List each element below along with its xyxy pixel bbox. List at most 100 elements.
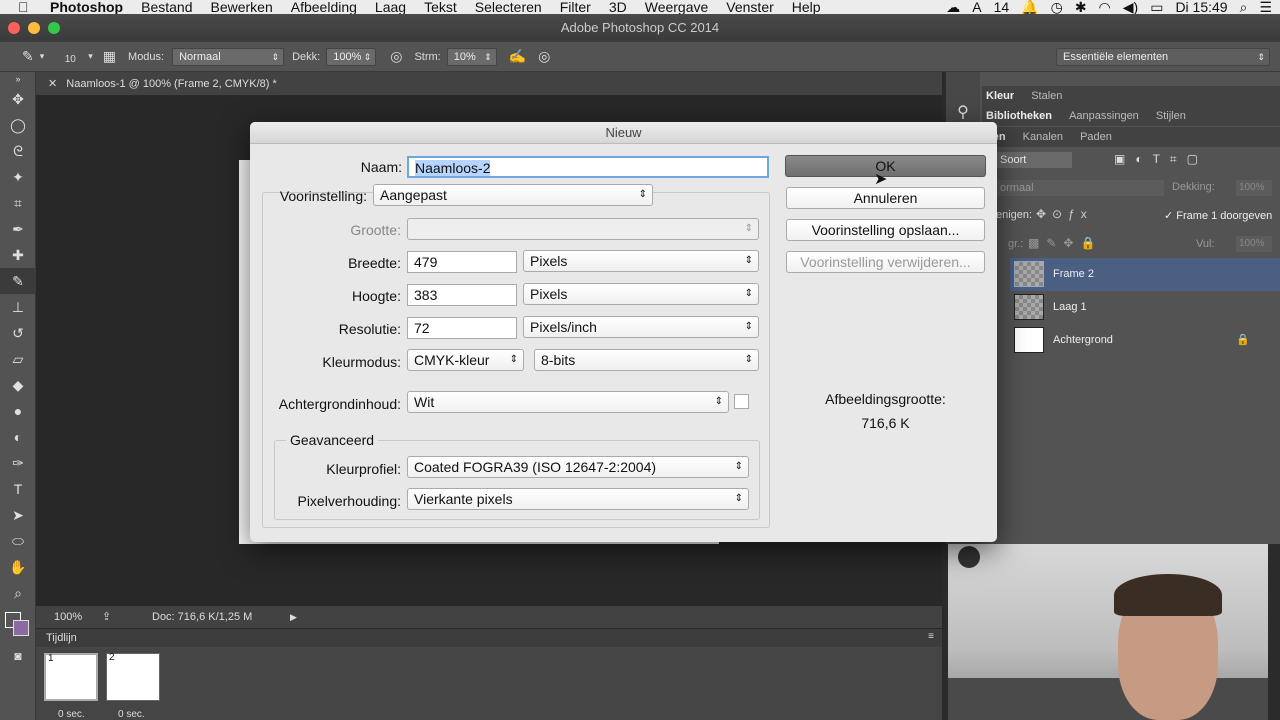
timeline-frame-2[interactable]: 2 <box>106 652 160 701</box>
play-icon[interactable]: ▶ <box>290 606 297 628</box>
opacity-input[interactable]: 100% <box>326 47 377 66</box>
list-icon[interactable]: ☰ <box>1259 0 1272 14</box>
eraser-tool-icon[interactable]: ▱ <box>0 346 36 372</box>
dodge-tool-icon[interactable]: ◐ <box>0 424 36 450</box>
minimize-window-icon[interactable] <box>28 22 40 34</box>
panel-menu-icon[interactable]: ≡ <box>928 631 934 642</box>
background-swatch[interactable] <box>734 394 749 409</box>
bit-depth-select[interactable]: 8-bits ⇕ <box>534 349 759 371</box>
layer-row-achtergrond[interactable]: Achtergrond 🔒 <box>1010 324 1280 357</box>
share-icon[interactable]: ⇪ <box>102 606 111 628</box>
layer-filter-icons[interactable]: ▣◐T⌗▢ <box>1114 152 1208 167</box>
wifi-icon[interactable]: ◠ <box>1099 0 1111 14</box>
close-tab-icon[interactable]: ✕ <box>48 78 57 90</box>
pressure-opacity-icon[interactable]: ◎ <box>390 48 402 65</box>
bucket-tool-icon[interactable]: ◆ <box>0 372 36 398</box>
name-input[interactable]: Naamloos-2 <box>407 156 769 178</box>
tab-bibliotheken[interactable]: Bibliotheken <box>986 110 1052 122</box>
timeline-frame-1[interactable]: 1 <box>44 653 98 701</box>
history-brush-icon[interactable]: ↺ <box>0 320 36 346</box>
blur-tool-icon[interactable]: ● <box>0 398 36 424</box>
mode-select[interactable]: Normaal <box>172 47 285 66</box>
lock-icons[interactable]: ▩✎✥🔒 <box>1028 236 1102 250</box>
clock-text[interactable]: Di 15:49 <box>1175 0 1227 14</box>
libraries-panel-icon[interactable]: ⚲ <box>946 102 980 122</box>
eyedropper-tool-icon[interactable]: ✒ <box>0 216 36 242</box>
fill-input[interactable]: 100% <box>1236 236 1272 252</box>
marquee-tool-icon[interactable]: ◯ <box>0 112 36 138</box>
tab-stijlen[interactable]: Stijlen <box>1156 110 1186 122</box>
move-tool-icon[interactable]: ✥ <box>0 86 36 112</box>
frame-delay-2[interactable]: 0 sec. <box>118 709 145 720</box>
tab-stalen[interactable]: Stalen <box>1031 90 1062 102</box>
layer-row-frame-2[interactable]: Frame 2 <box>1010 258 1280 291</box>
menu-venster[interactable]: Venster <box>726 0 773 14</box>
height-input[interactable]: 383 <box>407 284 517 306</box>
layer-filter-select[interactable]: Soort <box>996 152 1072 168</box>
chevron-down-icon[interactable]: ▾ <box>40 51 45 62</box>
bluetooth-icon[interactable]: ✱ <box>1075 0 1087 14</box>
crop-tool-icon[interactable]: ⌗ <box>0 190 36 216</box>
brush-tool-icon[interactable]: ✎ <box>0 268 36 294</box>
chevron-down-icon[interactable]: ▾ <box>88 51 93 62</box>
zoom-tool-icon[interactable]: ⌕ <box>0 580 36 606</box>
menu-app[interactable]: Photoshop <box>50 0 123 14</box>
lasso-tool-icon[interactable]: ᘓ <box>0 138 36 164</box>
cancel-button[interactable]: Annuleren <box>786 187 985 209</box>
width-input[interactable]: 479 <box>407 251 517 273</box>
menu-weergave[interactable]: Weergave <box>645 0 709 14</box>
battery-icon[interactable]: ▭ <box>1150 0 1163 14</box>
menu-afbeelding[interactable]: Afbeelding <box>291 0 357 14</box>
cloud-icon[interactable]: ☁ <box>946 0 960 14</box>
width-unit-select[interactable]: Pixels ⇕ <box>523 250 759 272</box>
collapse-icon[interactable]: » <box>0 72 36 86</box>
profile-select[interactable]: Coated FOGRA39 (ISO 12647-2:2004) ⇕ <box>407 456 749 478</box>
bell-icon[interactable]: 🔔 <box>1021 0 1038 14</box>
menu-bewerken[interactable]: Bewerken <box>210 0 272 14</box>
pen-tool-icon[interactable]: ✑ <box>0 450 36 476</box>
tab-kleur[interactable]: Kleur <box>986 90 1014 102</box>
quick-mask-icon[interactable]: ◙ <box>0 646 36 666</box>
delete-preset-button[interactable]: Voorinstelling verwijderen... <box>786 251 985 273</box>
size-select[interactable]: ⇕ <box>407 218 759 240</box>
blend-mode-select[interactable]: ormaal <box>996 180 1164 196</box>
background-color[interactable] <box>13 620 29 636</box>
menu-filter[interactable]: Filter <box>560 0 591 14</box>
unify-icons[interactable]: ✥⊙ƒx <box>1036 207 1093 221</box>
clock-icon[interactable]: ◷ <box>1051 0 1063 14</box>
search-icon[interactable]: ⌕ <box>1240 0 1248 14</box>
apple-icon[interactable]:  <box>18 0 34 14</box>
menu-help[interactable]: Help <box>792 0 821 14</box>
pixel-aspect-select[interactable]: Vierkante pixels ⇕ <box>407 488 749 510</box>
zoom-level[interactable]: 100% <box>54 606 82 628</box>
healing-tool-icon[interactable]: ✚ <box>0 242 36 268</box>
layer-row-laag-1[interactable]: Laag 1 <box>1010 291 1280 324</box>
workspace-select[interactable]: Essentiële elementen <box>1056 47 1270 66</box>
hand-tool-icon[interactable]: ✋ <box>0 554 36 580</box>
height-unit-select[interactable]: Pixels ⇕ <box>523 283 759 305</box>
menu-bestand[interactable]: Bestand <box>141 0 192 14</box>
background-select[interactable]: Wit ⇕ <box>407 391 729 413</box>
adobe-icon[interactable]: A <box>972 0 981 14</box>
brush-size[interactable]: 10 <box>58 54 82 65</box>
layer-opacity-input[interactable]: 100% <box>1236 180 1272 196</box>
resolution-input[interactable]: 72 <box>407 317 517 339</box>
flow-input[interactable]: 10% <box>446 47 497 66</box>
menu-tekst[interactable]: Tekst <box>424 0 457 14</box>
path-select-tool-icon[interactable]: ➤ <box>0 502 36 528</box>
ellipse-tool-icon[interactable]: ⬭ <box>0 528 36 554</box>
frame-delay-1[interactable]: 0 sec. <box>58 709 85 720</box>
menu-laag[interactable]: Laag <box>375 0 406 14</box>
tab-aanpassingen[interactable]: Aanpassingen <box>1069 110 1139 122</box>
airbrush-icon[interactable]: ✍ <box>509 48 526 65</box>
save-preset-button[interactable]: Voorinstelling opslaan... <box>786 219 985 241</box>
preset-select[interactable]: Aangepast ⇕ <box>373 184 653 206</box>
color-mode-select[interactable]: CMYK-kleur ⇕ <box>407 349 524 371</box>
stamp-tool-icon[interactable]: ⊥ <box>0 294 36 320</box>
menu-selecteren[interactable]: Selecteren <box>475 0 542 14</box>
brush-tool-icon[interactable]: ✎ <box>22 48 34 65</box>
magic-wand-tool-icon[interactable]: ✦ <box>0 164 36 190</box>
advanced-title[interactable]: Geavanceerd <box>286 432 379 448</box>
volume-icon[interactable]: ◀) <box>1123 0 1138 14</box>
resolution-unit-select[interactable]: Pixels/inch ⇕ <box>523 316 759 338</box>
